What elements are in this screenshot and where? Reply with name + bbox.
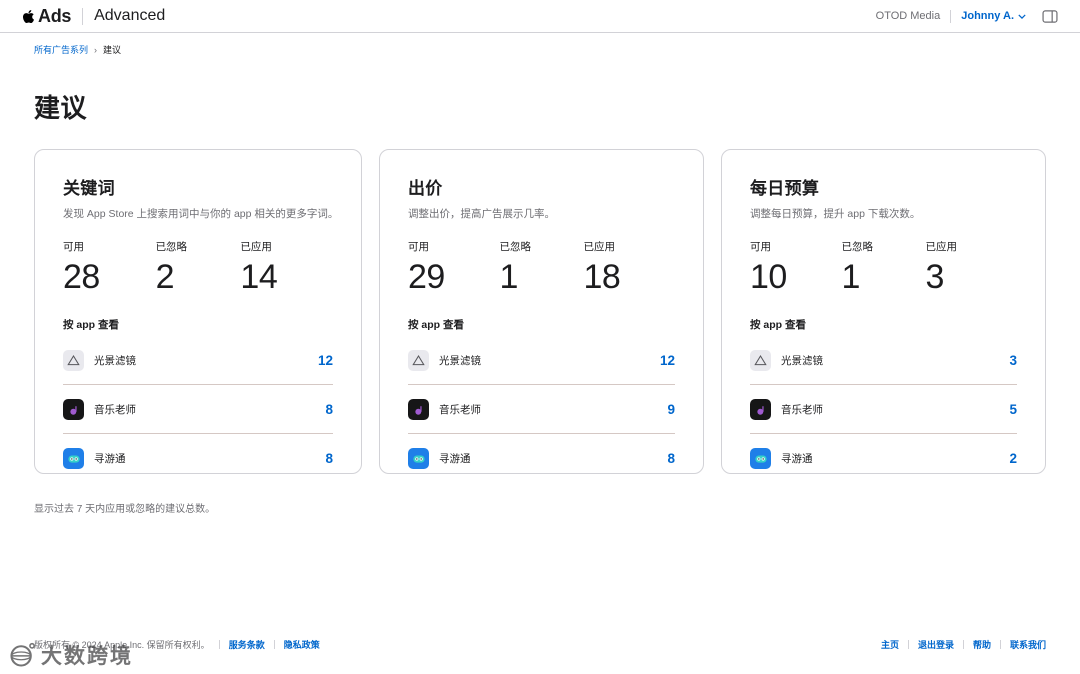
product-name: Advanced: [94, 7, 166, 24]
card-title: 出价: [408, 179, 443, 198]
breadcrumb-current: 建议: [103, 45, 122, 55]
app-name: 音乐老师: [439, 404, 481, 416]
footer-divider: [999, 640, 1001, 649]
footer: 版权所有 © 2024 Apple Inc. 保留所有权利。 服务条款 隐私政策…: [0, 638, 1080, 651]
by-app-label: 按 app 查看: [408, 319, 465, 331]
card-subtitle: 调整出价，提高广告展示几率。: [408, 208, 555, 220]
breadcrumb-separator: ›: [94, 44, 98, 55]
prism-app-icon: [408, 350, 429, 371]
app-list: 光景滤镜 12 音乐老师 8 寻游通 8: [63, 336, 333, 482]
app-row[interactable]: 光景滤镜 12: [408, 336, 675, 385]
footer-left: 版权所有 © 2024 Apple Inc. 保留所有权利。 服务条款 隐私政策: [34, 638, 320, 651]
chevron-down-icon: [1018, 13, 1026, 19]
prism-app-icon: [750, 350, 771, 371]
app-name: 光景滤镜: [781, 355, 823, 367]
copyright: 版权所有 © 2024 Apple Inc. 保留所有权利。: [34, 640, 210, 650]
app-row[interactable]: 寻游通 8: [408, 434, 675, 482]
stat-dismissed: 已忽略 1: [841, 241, 874, 296]
apple-logo-icon: [22, 9, 35, 24]
user-name: Johnny A.: [961, 10, 1014, 22]
stats-row: 可用 10 已忽略 1 已应用 3: [750, 239, 1017, 297]
nav-right: OTOD Media Johnny A.: [875, 9, 1058, 23]
stat-available: 可用 28: [63, 241, 100, 296]
goggles-app-icon: [408, 448, 429, 469]
app-name: 光景滤镜: [94, 355, 136, 367]
app-count: 5: [1009, 402, 1017, 417]
footer-link-help[interactable]: 帮助: [973, 638, 991, 651]
stats-row: 可用 28 已忽略 2 已应用 14: [63, 239, 333, 297]
app-count: 12: [659, 353, 675, 368]
footer-right: 主页 退出登录 帮助 联系我们: [881, 638, 1046, 651]
page-title: 建议: [34, 93, 88, 123]
app-row[interactable]: 音乐老师 9: [408, 385, 675, 434]
stat-available: 可用 10: [750, 241, 787, 296]
card-title: 每日预算: [750, 179, 820, 198]
music-note-app-icon: [408, 399, 429, 420]
sidebar-icon: [1042, 9, 1058, 23]
app-name: 音乐老师: [94, 404, 136, 416]
brand-name: Ads: [38, 5, 72, 26]
app-row[interactable]: 光景滤镜 3: [750, 336, 1017, 385]
app-name: 寻游通: [94, 453, 126, 465]
stat-applied: 已应用 18: [583, 241, 621, 296]
footer-divider: [273, 640, 275, 649]
music-note-app-icon: [750, 399, 771, 420]
footer-link-contact[interactable]: 联系我们: [1010, 638, 1046, 651]
app-count: 2: [1009, 451, 1017, 466]
user-menu[interactable]: Johnny A.: [961, 10, 1026, 22]
footer-divider: [962, 640, 964, 649]
app-name: 寻游通: [439, 453, 471, 465]
app-count: 8: [667, 451, 675, 466]
breadcrumb-all-campaigns[interactable]: 所有广告系列: [34, 43, 88, 56]
app-name: 光景滤镜: [439, 355, 481, 367]
by-app-label: 按 app 查看: [63, 319, 120, 331]
app-row[interactable]: 寻游通 2: [750, 434, 1017, 482]
stat-applied: 已应用 14: [240, 241, 278, 296]
brand-divider: [82, 7, 84, 25]
card-subtitle: 调整每日预算，提升 app 下载次数。: [750, 208, 921, 220]
footer-link-privacy[interactable]: 隐私政策: [284, 638, 320, 651]
app-row[interactable]: 光景滤镜 12: [63, 336, 333, 385]
app-row[interactable]: 寻游通 8: [63, 434, 333, 482]
breadcrumb: 所有广告系列 › 建议: [0, 33, 1080, 56]
brand[interactable]: Ads Advanced: [22, 6, 165, 27]
app-list: 光景滤镜 3 音乐老师 5 寻游通 2: [750, 336, 1017, 482]
app-row[interactable]: 音乐老师 5: [750, 385, 1017, 434]
app-row[interactable]: 音乐老师 8: [63, 385, 333, 434]
stat-applied: 已应用 3: [925, 241, 957, 296]
music-note-app-icon: [63, 399, 84, 420]
card-subtitle: 发现 App Store 上搜索用词中与你的 app 相关的更多字词。: [63, 208, 333, 220]
top-nav: Ads Advanced OTOD Media Johnny A.: [0, 0, 1080, 33]
goggles-app-icon: [750, 448, 771, 469]
app-name: 音乐老师: [781, 404, 823, 416]
card-title: 关键词: [63, 179, 115, 198]
app-count: 9: [667, 402, 675, 417]
footer-link-home[interactable]: 主页: [881, 638, 899, 651]
app-count: 3: [1009, 353, 1017, 368]
nav-divider: [950, 9, 952, 23]
stat-available: 可用 29: [408, 241, 445, 296]
card-bids: 出价 调整出价，提高广告展示几率。 可用 29 已忽略 1 已应用 18 按 a…: [379, 149, 704, 474]
app-list: 光景滤镜 12 音乐老师 9 寻游通 8: [408, 336, 675, 482]
app-count: 8: [325, 451, 333, 466]
card-daily-budget: 每日预算 调整每日预算，提升 app 下载次数。 可用 10 已忽略 1 已应用…: [721, 149, 1046, 474]
footer-divider: [218, 640, 220, 649]
recommendation-cards: 关键词 发现 App Store 上搜索用词中与你的 app 相关的更多字词。 …: [0, 125, 1080, 474]
card-keywords: 关键词 发现 App Store 上搜索用词中与你的 app 相关的更多字词。 …: [34, 149, 362, 474]
by-app-label: 按 app 查看: [750, 319, 807, 331]
footer-link-terms[interactable]: 服务条款: [229, 638, 265, 651]
side-panel-button[interactable]: [1042, 9, 1058, 23]
app-name: 寻游通: [781, 453, 813, 465]
goggles-app-icon: [63, 448, 84, 469]
footer-divider: [907, 640, 909, 649]
stats-row: 可用 29 已忽略 1 已应用 18: [408, 239, 675, 297]
app-count: 8: [325, 402, 333, 417]
org-name: OTOD Media: [875, 10, 941, 22]
stat-dismissed: 已忽略 1: [499, 241, 532, 296]
stat-dismissed: 已忽略 2: [155, 241, 188, 296]
footer-link-signout[interactable]: 退出登录: [918, 638, 954, 651]
app-count: 12: [317, 353, 333, 368]
prism-app-icon: [63, 350, 84, 371]
